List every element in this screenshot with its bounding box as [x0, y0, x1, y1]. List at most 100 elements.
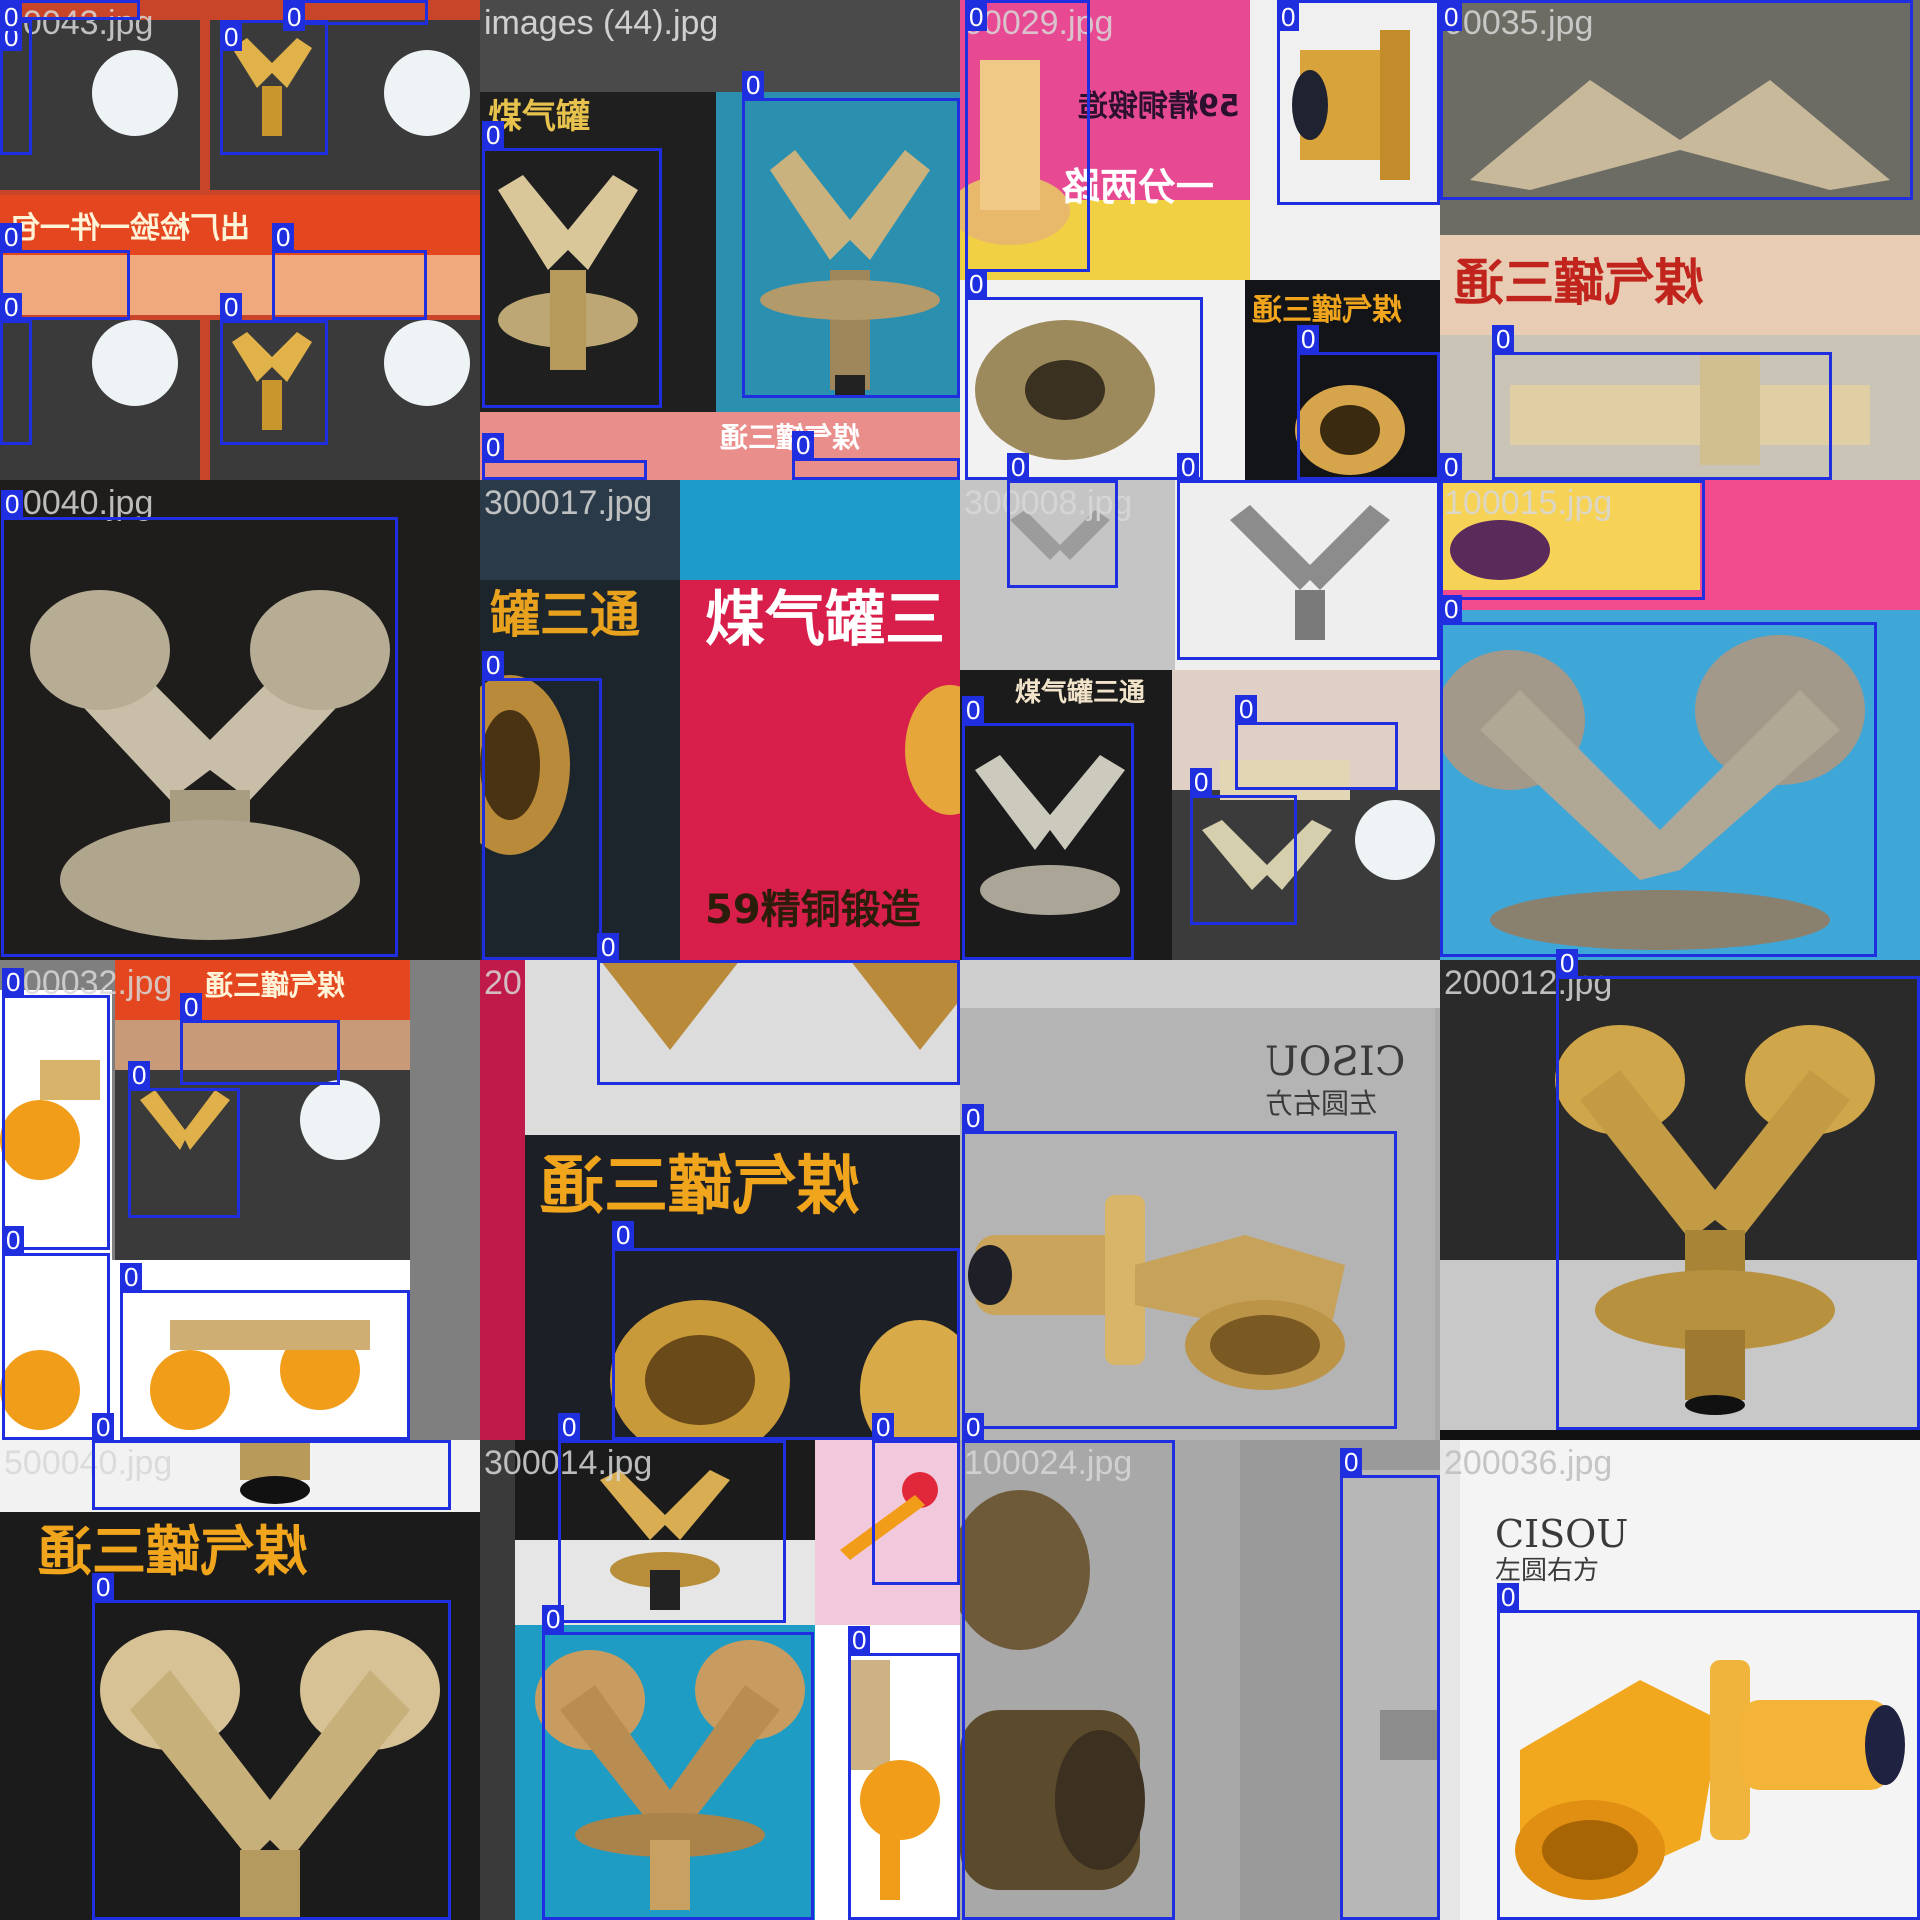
detection-bbox: 0 [1, 490, 398, 957]
photo-region [1440, 1430, 1920, 1440]
detection-bbox: 0 [872, 1413, 960, 1585]
banner-slogan: 59精铜锻造 [705, 887, 921, 933]
bbox-class-label: 0 [1277, 3, 1300, 31]
bbox-class-label: 0 [92, 1413, 115, 1441]
bbox-class-label: 0 [1235, 695, 1258, 723]
detection-bbox: 0 [482, 651, 602, 960]
bbox-class-label: 0 [482, 121, 505, 149]
detection-bbox: 0 [220, 20, 328, 155]
bbox-class-label: 0 [962, 1413, 985, 1441]
bbox-class-label: 0 [283, 3, 306, 31]
mascot-badge [384, 320, 470, 406]
bbox-class-label: 0 [597, 933, 620, 961]
detection-bbox: 0 [0, 20, 32, 155]
training-batch-mosaic: 出厂检验一件一包 00043.jpg 煤气罐 煤气罐三通 images (44)… [0, 0, 1920, 1920]
detection-bbox: 0 [848, 1626, 960, 1920]
photo-region [960, 960, 1440, 1008]
detection-bbox: 0 [272, 223, 427, 320]
bbox-class-label: 0 [128, 1061, 151, 1089]
banner-slogan: 煤气罐三通 [540, 1150, 860, 1224]
brand-tagline: 左圆右方 [1495, 1556, 1600, 1586]
tile-filename-label: images (44).jpg [484, 4, 719, 42]
detection-bbox: 0 [283, 0, 428, 31]
detection-bbox: 0 [92, 1573, 451, 1920]
detection-bbox: 0 [742, 71, 960, 398]
detection-bbox: 0 [792, 431, 960, 480]
banner-slogan: 煤气罐三通 [1252, 293, 1402, 328]
detection-bbox: 0 [92, 1413, 451, 1510]
bbox-class-label: 0 [542, 1605, 565, 1633]
detection-bbox: 0 [1497, 1583, 1920, 1920]
bbox-class-label: 0 [1007, 453, 1030, 481]
bbox-class-label: 0 [872, 1413, 895, 1441]
detection-bbox: 0 [542, 1605, 814, 1920]
photo-region [1440, 1440, 1460, 1920]
detection-bbox: 0 [120, 1263, 410, 1440]
detection-bbox: 0 [1190, 768, 1297, 925]
banner-slogan: 煤气罐三 [705, 585, 945, 655]
detection-bbox: 0 [0, 293, 32, 445]
detection-bbox: 0 [612, 1221, 960, 1440]
detection-bbox: 0 [220, 293, 328, 445]
bbox-class-label: 0 [2, 1226, 25, 1254]
bbox-class-label: 0 [0, 293, 23, 321]
bbox-class-label: 0 [1556, 949, 1579, 977]
mascot-badge [1355, 800, 1435, 880]
tile-filename-label: 200036.jpg [1444, 1444, 1613, 1482]
detection-bbox: 0 [1492, 325, 1832, 480]
bbox-class-label: 0 [1440, 453, 1463, 481]
detection-bbox: 0 [482, 433, 647, 480]
bbox-class-label: 0 [612, 1221, 635, 1249]
detection-bbox: 0 [1177, 453, 1440, 660]
bbox-class-label: 0 [92, 1573, 115, 1601]
detection-bbox: 0 [1440, 0, 1913, 200]
bbox-class-label: 0 [180, 993, 203, 1021]
bbox-class-label: 0 [1497, 1583, 1520, 1611]
bbox-class-label: 0 [965, 3, 988, 31]
bbox-class-label: 0 [1440, 595, 1463, 623]
banner-slogan: 煤气罐三通 [1015, 678, 1146, 708]
detection-bbox: 0 [558, 1413, 786, 1623]
bbox-class-label: 0 [1492, 325, 1515, 353]
detection-bbox: 0 [1440, 595, 1877, 957]
bbox-class-label: 0 [1, 490, 24, 518]
mascot-badge [300, 1080, 380, 1160]
brand-logo: CISOU [1495, 1512, 1629, 1556]
bbox-class-label: 0 [965, 270, 988, 298]
banner-slogan: 煤气罐三通 [1454, 254, 1704, 312]
detection-bbox: 0 [597, 933, 960, 1085]
bbox-class-label: 0 [1440, 3, 1463, 31]
detection-bbox: 0 [1556, 949, 1920, 1430]
bbox-class-label: 0 [1340, 1448, 1363, 1476]
banner-slogan: 59精铜锻造 [1078, 89, 1240, 124]
photo-region [480, 1440, 515, 1920]
bbox-class-label: 0 [220, 23, 243, 51]
bbox-class-label: 0 [1190, 768, 1213, 796]
banner-slogan: 煤气罐三通 [205, 969, 346, 1002]
bbox-class-label: 0 [848, 1626, 871, 1654]
bbox-class-label: 0 [120, 1263, 143, 1291]
bbox-class-label: 0 [482, 433, 505, 461]
photo-region [480, 1135, 525, 1440]
bbox-class-label: 0 [1297, 325, 1320, 353]
detection-bbox: 0 [1277, 0, 1440, 205]
detection-bbox: 0 [965, 0, 1090, 272]
bbox-class-label: 0 [2, 968, 25, 996]
banner-slogan: 煤气罐三通 [720, 421, 861, 454]
detection-bbox: 0 [2, 1226, 110, 1440]
bbox-class-label: 0 [1177, 453, 1200, 481]
banner-slogan: 罐三通 [490, 586, 640, 644]
photo-region [680, 480, 960, 580]
detection-bbox: 0 [482, 121, 662, 408]
bbox-class-label: 0 [0, 223, 23, 251]
detection-bbox: 0 [1440, 453, 1705, 600]
detection-bbox: 0 [1340, 1448, 1440, 1920]
brand-tagline: 左圆右方 [1265, 1087, 1378, 1120]
banner-slogan: 煤气罐三通 [38, 1520, 308, 1583]
detection-bbox: 0 [2, 968, 110, 1250]
bbox-class-label: 0 [272, 223, 295, 251]
bbox-class-label: 0 [962, 696, 985, 724]
detection-bbox: 0 [128, 1061, 240, 1218]
bbox-class-label: 0 [558, 1413, 581, 1441]
mascot-badge [92, 320, 178, 406]
